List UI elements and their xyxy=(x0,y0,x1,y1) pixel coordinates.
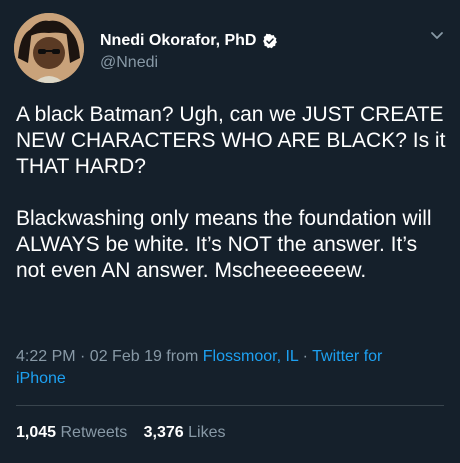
avatar-photo xyxy=(14,13,84,83)
divider xyxy=(16,405,444,406)
likes-count: 3,376 xyxy=(143,424,184,441)
likes-stat[interactable]: 3,376 Likes xyxy=(144,424,226,441)
chevron-down-icon[interactable] xyxy=(429,27,445,43)
engagement-stats: 1,045 Retweets 3,376 Likes xyxy=(16,424,238,442)
author-name-row[interactable]: Nnedi Okorafor, PhD xyxy=(100,32,278,50)
tweet-paragraph-1: A black Batman? Ugh, can we JUST CREATE … xyxy=(16,103,451,178)
avatar[interactable] xyxy=(14,13,84,83)
retweets-count: 1,045 xyxy=(16,424,57,441)
tweet-timestamp[interactable]: 4:22 PM · 02 Feb 19 from xyxy=(16,348,198,365)
verified-badge-icon xyxy=(263,33,278,49)
location-link[interactable]: Flossmoor, IL xyxy=(203,348,298,365)
retweets-stat[interactable]: 1,045 Retweets xyxy=(16,424,127,441)
tweet-meta: 4:22 PM · 02 Feb 19 from Flossmoor, IL ·… xyxy=(16,346,416,390)
retweets-label: Retweets xyxy=(60,424,128,441)
meta-separator: · xyxy=(302,348,308,365)
author-handle[interactable]: @Nnedi xyxy=(100,54,158,72)
likes-label: Likes xyxy=(188,424,226,441)
tweet-paragraph-2: Blackwashing only means the foundation w… xyxy=(16,207,437,282)
author-name[interactable]: Nnedi Okorafor, PhD xyxy=(100,32,256,50)
tweet-text: A black Batman? Ugh, can we JUST CREATE … xyxy=(16,102,452,284)
